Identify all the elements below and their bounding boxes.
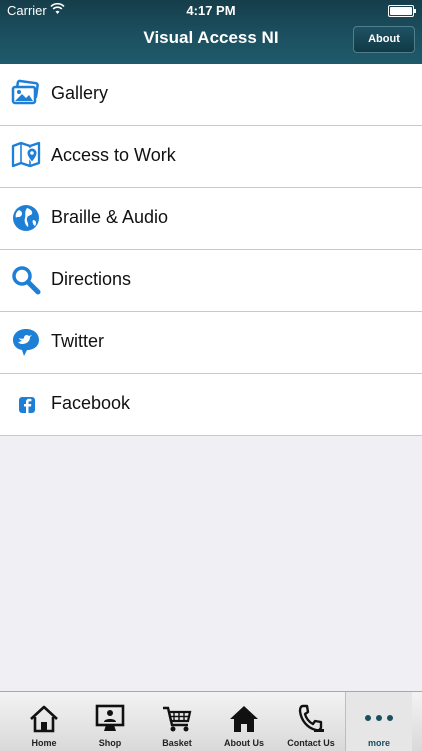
house-icon — [230, 706, 258, 732]
menu-item-label: Braille & Audio — [51, 207, 169, 227]
menu-list: Gallery Access to Work Braille & Audio D… — [0, 64, 422, 436]
tab-label: Contact Us — [287, 738, 335, 748]
tab-home[interactable]: Home — [11, 692, 77, 751]
tab-label: more — [367, 738, 390, 748]
shop-icon — [95, 704, 125, 731]
menu-item-braille-audio[interactable]: Braille & Audio — [0, 188, 422, 250]
menu-item-twitter[interactable]: Twitter — [0, 312, 422, 374]
menu-item-label: Gallery — [51, 83, 109, 103]
search-icon — [12, 266, 41, 295]
tab-label: Shop — [98, 738, 122, 748]
menu-item-gallery[interactable]: Gallery — [0, 64, 422, 126]
tab-label: Basket — [162, 738, 192, 748]
about-button[interactable]: About — [353, 26, 415, 53]
tab-contact-us[interactable]: Contact Us — [278, 692, 344, 751]
clock: 4:17 PM — [186, 3, 236, 18]
tab-label: About Us — [224, 738, 264, 748]
menu-item-label: Twitter — [51, 331, 105, 351]
menu-item-label: Facebook — [51, 393, 131, 413]
phone-icon — [298, 704, 324, 732]
facebook-icon — [19, 397, 35, 413]
tab-bar: Home Shop Basket About Us Contact Us mor… — [0, 691, 422, 751]
home-icon — [30, 705, 58, 733]
menu-item-access-to-work[interactable]: Access to Work — [0, 126, 422, 188]
tab-more[interactable]: more — [345, 692, 412, 751]
gallery-icon — [11, 79, 39, 105]
menu-item-directions[interactable]: Directions — [0, 250, 422, 312]
twitter-bird-icon — [13, 329, 39, 356]
tab-basket[interactable]: Basket — [144, 692, 210, 751]
nav-header: Carrier 4:17 PM Visual Access NI About — [0, 0, 422, 65]
menu-item-label: Directions — [51, 269, 132, 289]
tab-about-us[interactable]: About Us — [211, 692, 277, 751]
basket-icon — [163, 706, 192, 732]
status-bar: Carrier 4:17 PM — [0, 0, 422, 20]
tab-shop[interactable]: Shop — [77, 692, 143, 751]
map-pin-icon — [11, 141, 41, 168]
menu-item-facebook[interactable]: Facebook — [0, 374, 422, 436]
battery-icon — [388, 5, 416, 17]
tab-label: Home — [31, 738, 57, 748]
more-dots-icon — [365, 715, 393, 721]
menu-item-label: Access to Work — [51, 145, 176, 165]
globe-icon — [13, 205, 39, 231]
